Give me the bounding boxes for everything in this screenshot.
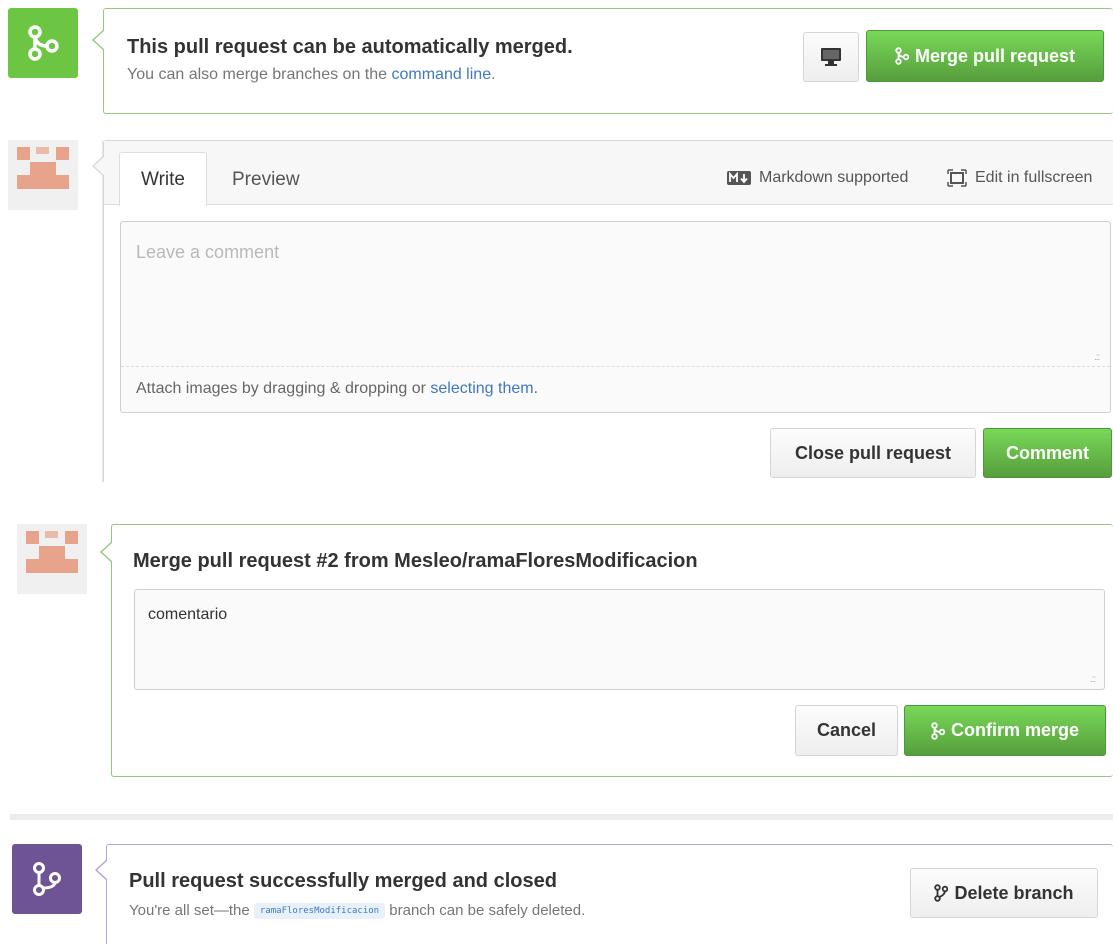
comment-button[interactable]: Comment <box>983 428 1112 478</box>
delete-branch-label: Delete branch <box>954 882 1074 903</box>
resize-handle[interactable]: .:: <box>1090 674 1096 685</box>
avatar <box>17 524 87 594</box>
git-merge-icon <box>895 47 909 65</box>
confirm-merge-box: Merge pull request #2 from Mesleo/ramaFl… <box>100 524 1113 777</box>
attach-hint-text: Attach images by dragging & dropping or <box>136 380 431 397</box>
confirm-merge-title: Merge pull request #2 from Mesleo/ramaFl… <box>133 550 698 572</box>
markdown-icon <box>727 171 751 185</box>
branch-name-tag: ramaFloresModificacion <box>253 903 386 920</box>
confirm-merge-button[interactable]: Confirm merge <box>904 705 1106 756</box>
mergeable-subtitle-period: . <box>491 66 496 83</box>
desktop-icon <box>821 48 841 66</box>
selecting-them-link[interactable]: selecting them <box>430 380 533 397</box>
merged-box: Pull request successfully merged and clo… <box>95 844 1113 944</box>
close-pull-request-button[interactable]: Close pull request <box>770 428 976 478</box>
fullscreen-icon <box>947 169 967 187</box>
fullscreen-label: Edit in fullscreen <box>975 169 1093 186</box>
merged-status-tile <box>12 844 82 914</box>
merge-message-textarea[interactable]: comentario .:: <box>134 589 1105 690</box>
attach-hint: Attach images by dragging & dropping or … <box>136 380 538 398</box>
attach-hint-period: . <box>533 380 539 397</box>
git-merge-icon <box>28 25 59 61</box>
delete-branch-button[interactable]: Delete branch <box>910 868 1098 918</box>
section-separator <box>10 814 1113 820</box>
merge-message-text: comentario <box>148 606 228 623</box>
merge-pull-request-button[interactable]: Merge pull request <box>866 30 1104 82</box>
mergeable-subtitle: You can also merge branches on the comma… <box>127 66 496 84</box>
avatar <box>8 140 78 210</box>
attach-divider <box>121 366 1110 367</box>
mergeable-box: This pull request can be automatically m… <box>92 8 1113 114</box>
merge-pull-request-label: Merge pull request <box>914 45 1076 66</box>
git-merge-icon <box>931 721 945 740</box>
markdown-label: Markdown supported <box>759 169 909 186</box>
edit-fullscreen[interactable]: Edit in fullscreen <box>947 169 1092 187</box>
markdown-supported[interactable]: Markdown supported <box>727 169 908 187</box>
confirm-merge-label: Confirm merge <box>950 720 1080 740</box>
merged-title: Pull request successfully merged and clo… <box>129 870 557 892</box>
tab-preview[interactable]: Preview <box>232 169 300 191</box>
comment-form-box: Write Preview Markdown supported Edit in… <box>92 140 1113 482</box>
resize-handle[interactable]: .:: <box>1094 352 1100 363</box>
desktop-button[interactable] <box>803 32 859 82</box>
git-merged-icon <box>33 862 61 896</box>
merged-subtitle-suffix: branch can be safely deleted. <box>385 902 586 919</box>
merge-status-tile <box>8 8 78 78</box>
merged-subtitle-text: You're all set—the <box>129 902 254 919</box>
cancel-button[interactable]: Cancel <box>795 705 898 756</box>
git-branch-icon <box>934 884 949 902</box>
comment-placeholder: Leave a comment <box>136 242 280 262</box>
mergeable-title: This pull request can be automatically m… <box>127 36 573 58</box>
command-line-link[interactable]: command line <box>391 66 491 83</box>
mergeable-subtitle-text: You can also merge branches on the <box>127 66 392 83</box>
merged-subtitle: You're all set—the ramaFloresModificacio… <box>129 902 586 920</box>
tab-write[interactable]: Write <box>119 152 207 206</box>
comment-textarea[interactable]: Leave a comment .:: Attach images by dra… <box>120 221 1111 413</box>
